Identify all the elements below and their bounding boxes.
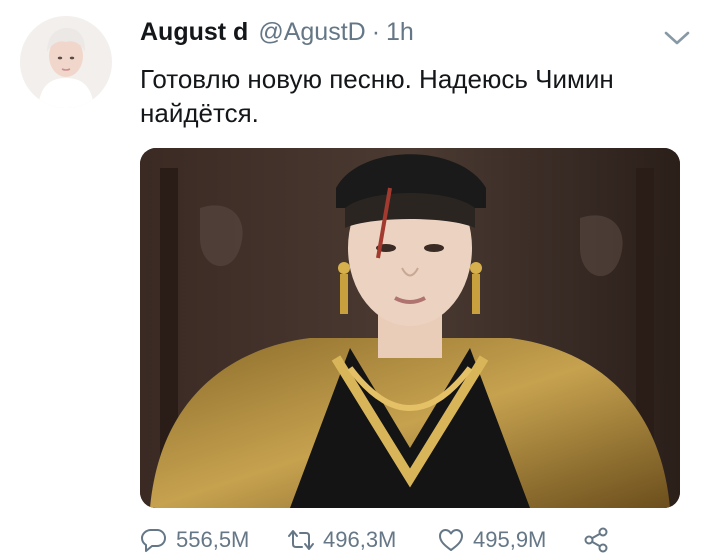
like-count: 495,9M [473, 527, 547, 552]
chevron-down-icon [664, 31, 690, 45]
reply-icon [141, 529, 166, 552]
tweet-card: August d @AgustD · 1h Готовлю новую песн… [0, 0, 720, 560]
photo-image [140, 148, 680, 508]
author-avatar[interactable] [20, 16, 112, 108]
reply-button[interactable]: 556,5M [140, 526, 249, 554]
retweet-count: 496,3M [323, 527, 397, 552]
reply-count: 556,5M [176, 527, 250, 552]
retweet-button[interactable]: 496,3M [287, 526, 396, 554]
tweet-timestamp[interactable]: 1h [386, 18, 414, 47]
tweet-menu-button[interactable] [662, 26, 692, 50]
share-icon [584, 527, 608, 553]
author-handle[interactable]: @AgustD [258, 18, 365, 47]
tweet-header: August d @AgustD · 1h [140, 18, 414, 54]
heart-icon [439, 529, 463, 551]
avatar-image [20, 16, 112, 108]
author-name[interactable]: August d [140, 18, 248, 47]
like-button[interactable]: 495,9M [437, 526, 546, 554]
retweet-icon [288, 530, 314, 550]
share-button[interactable] [582, 526, 610, 554]
header-separator: · [371, 18, 381, 46]
tweet-text: Готовлю новую песню. Надеюсь Чимин найдё… [140, 64, 614, 128]
tweet-photo[interactable] [140, 148, 680, 508]
